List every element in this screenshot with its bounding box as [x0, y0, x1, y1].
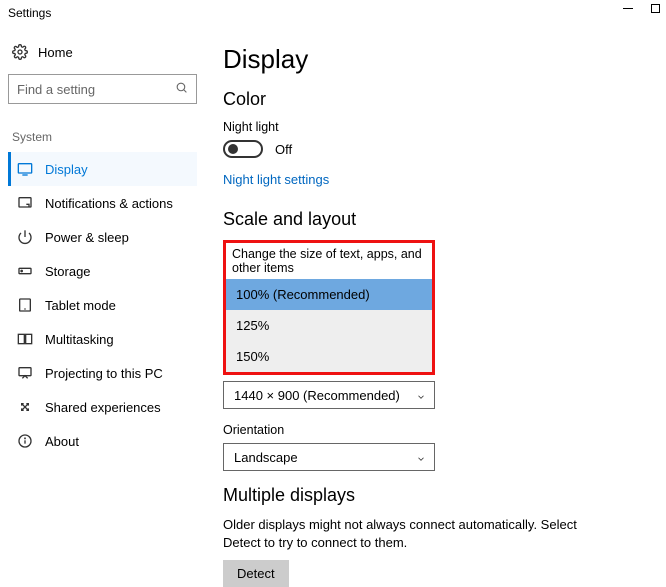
nav-label: Projecting to this PC — [45, 366, 163, 381]
nav-about[interactable]: About — [8, 424, 197, 458]
toggle-state: Off — [275, 142, 292, 157]
nav-label: Notifications & actions — [45, 196, 173, 211]
multi-heading: Multiple displays — [223, 485, 648, 506]
maximize-icon[interactable] — [651, 4, 660, 13]
nav-power[interactable]: Power & sleep — [8, 220, 197, 254]
orientation-value: Landscape — [234, 450, 298, 465]
nav-projecting[interactable]: Projecting to this PC — [8, 356, 197, 390]
chevron-down-icon — [416, 390, 426, 400]
nav-label: Tablet mode — [45, 298, 116, 313]
window-title: Settings — [8, 6, 51, 20]
nav-multitasking[interactable]: Multitasking — [8, 322, 197, 356]
home-label: Home — [38, 45, 73, 60]
resolution-select[interactable]: 1440 × 900 (Recommended) — [223, 381, 435, 409]
nav-label: Power & sleep — [45, 230, 129, 245]
text-size-dropdown[interactable]: Change the size of text, apps, and other… — [223, 240, 435, 375]
nav-notifications[interactable]: Notifications & actions — [8, 186, 197, 220]
nav-label: Multitasking — [45, 332, 114, 347]
search-icon — [175, 81, 188, 97]
minimize-icon[interactable] — [623, 8, 633, 9]
multi-body: Older displays might not always connect … — [223, 516, 603, 552]
power-icon — [17, 229, 33, 245]
titlebar: Settings — [0, 0, 666, 26]
multitasking-icon — [17, 331, 33, 347]
nav-display[interactable]: Display — [8, 152, 197, 186]
nav-list: Display Notifications & actions Power & … — [8, 152, 197, 458]
page-title: Display — [223, 44, 648, 75]
projecting-icon — [17, 365, 33, 381]
text-size-label: Change the size of text, apps, and other… — [226, 243, 432, 279]
category-label: System — [12, 130, 197, 144]
size-option-125[interactable]: 125% — [226, 310, 432, 341]
detect-button[interactable]: Detect — [223, 560, 289, 587]
home-button[interactable]: Home — [8, 40, 197, 74]
nav-label: Display — [45, 162, 88, 177]
chevron-down-icon — [416, 452, 426, 462]
scale-heading: Scale and layout — [223, 209, 648, 230]
night-light-settings-link[interactable]: Night light settings — [223, 172, 648, 187]
sidebar: Home Find a setting System Display Notif… — [0, 26, 205, 587]
shared-icon — [17, 399, 33, 415]
storage-icon — [17, 263, 33, 279]
color-heading: Color — [223, 89, 648, 110]
display-icon — [17, 161, 33, 177]
main: Display Color Night light Off Night ligh… — [205, 26, 666, 587]
size-option-100[interactable]: 100% (Recommended) — [226, 279, 432, 310]
nav-label: About — [45, 434, 79, 449]
nav-label: Shared experiences — [45, 400, 161, 415]
nav-shared[interactable]: Shared experiences — [8, 390, 197, 424]
size-option-150[interactable]: 150% — [226, 341, 432, 372]
orientation-label: Orientation — [223, 423, 648, 437]
orientation-select[interactable]: Landscape — [223, 443, 435, 471]
nav-tablet[interactable]: Tablet mode — [8, 288, 197, 322]
search-placeholder: Find a setting — [17, 82, 95, 97]
night-light-label: Night light — [223, 120, 648, 134]
notifications-icon — [17, 195, 33, 211]
gear-icon — [12, 44, 28, 60]
nav-label: Storage — [45, 264, 91, 279]
nav-storage[interactable]: Storage — [8, 254, 197, 288]
resolution-value: 1440 × 900 (Recommended) — [234, 388, 400, 403]
search-input[interactable]: Find a setting — [8, 74, 197, 104]
night-light-toggle[interactable]: Off — [223, 140, 648, 158]
info-icon — [17, 433, 33, 449]
tablet-icon — [17, 297, 33, 313]
toggle-track — [223, 140, 263, 158]
